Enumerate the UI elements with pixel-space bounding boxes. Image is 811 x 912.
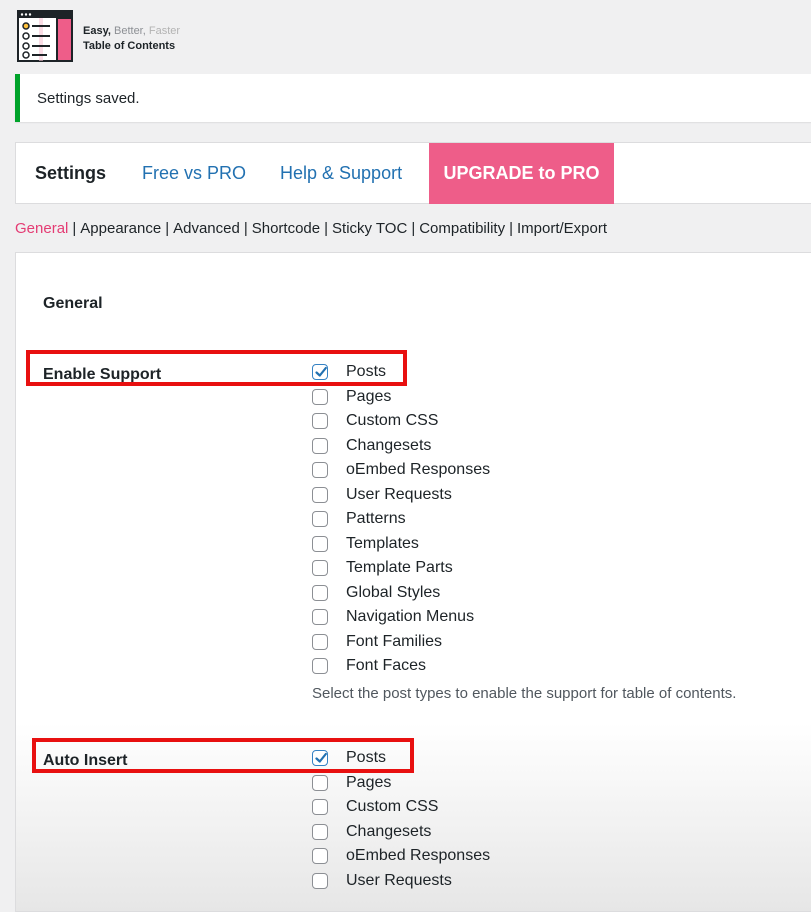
auto-insert-checkbox-oembed-responses[interactable] bbox=[312, 848, 328, 864]
enable-support-option-label: Template Parts bbox=[346, 559, 453, 576]
enable-support-option-label: Pages bbox=[346, 387, 392, 405]
enable-support-checkbox-user-requests[interactable] bbox=[312, 486, 328, 503]
subnav-compatibility[interactable]: Compatibility bbox=[419, 220, 505, 237]
enable-support-option-label: Global Styles bbox=[346, 583, 441, 601]
enable-support-checkbox-global-styles[interactable] bbox=[312, 584, 328, 601]
enable-support-checkbox-pages[interactable] bbox=[312, 388, 328, 405]
section-title-general: General bbox=[43, 295, 103, 312]
brand-name: Table of Contents bbox=[83, 40, 176, 52]
auto-insert-checkbox-pages[interactable] bbox=[312, 774, 328, 791]
enable-support-checkbox-navigation-menus[interactable] bbox=[312, 609, 328, 625]
enable-support-option-label: Patterns bbox=[346, 510, 406, 527]
enable-support-option-label: Font Faces bbox=[346, 657, 427, 674]
brand-easy: Easy, bbox=[83, 25, 111, 37]
subnav-advanced[interactable]: Advanced bbox=[173, 220, 240, 237]
tab-upgrade-to-pro[interactable]: UPGRADE to PRO bbox=[429, 143, 614, 204]
enable-support-description: Select the post types to enable the supp… bbox=[312, 685, 737, 702]
subnav-appearance[interactable]: Appearance bbox=[80, 220, 161, 237]
enable-support-option-label: Changesets bbox=[346, 436, 432, 454]
enable-support-option-label: Posts bbox=[346, 363, 387, 380]
subnav-shortcode[interactable]: Shortcode bbox=[252, 220, 320, 237]
tab-settings[interactable]: Settings bbox=[35, 143, 106, 203]
subnav-import-export[interactable]: Import/Export bbox=[517, 220, 607, 237]
enable-support-checkbox-templates[interactable] bbox=[312, 535, 328, 552]
auto-insert-option-label: User Requests bbox=[346, 871, 452, 889]
enable-support-checkbox-posts[interactable] bbox=[312, 364, 328, 380]
enable-support-checkbox-changesets[interactable] bbox=[312, 437, 328, 454]
plugin-logo-icon bbox=[17, 10, 73, 62]
subnav-sticky-toc[interactable]: Sticky TOC bbox=[332, 220, 407, 237]
auto-insert-option-label: oEmbed Responses bbox=[346, 847, 491, 864]
auto-insert-checkbox-custom-css[interactable] bbox=[312, 799, 328, 815]
enable-support-option-label: Templates bbox=[346, 534, 419, 552]
enable-support-checkbox-font-families[interactable] bbox=[312, 633, 328, 650]
auto-insert-checkbox-changesets[interactable] bbox=[312, 823, 328, 840]
auto-insert-option-label: Changesets bbox=[346, 822, 432, 840]
tab-free-vs-pro[interactable]: Free vs PRO bbox=[142, 143, 246, 203]
enable-support-checkbox-patterns[interactable] bbox=[312, 511, 328, 527]
enable-support-option-label: Font Families bbox=[346, 632, 443, 650]
auto-insert-checkbox-user-requests[interactable] bbox=[312, 872, 328, 889]
auto-insert-option-label: Posts bbox=[346, 749, 387, 766]
auto-insert-option-label: Pages bbox=[346, 773, 392, 791]
auto-insert-option-label: Custom CSS bbox=[346, 798, 439, 815]
brand-better: Better, bbox=[114, 25, 146, 37]
enable-support-checkbox-font-faces[interactable] bbox=[312, 658, 328, 674]
enable-support-checkbox-template-parts[interactable] bbox=[312, 560, 328, 576]
enable-support-option-label: Navigation Menus bbox=[346, 608, 475, 625]
settings-saved-notice: Settings saved. bbox=[15, 74, 811, 122]
notice-text: Settings saved. bbox=[37, 90, 140, 107]
enable-support-option-label: User Requests bbox=[346, 485, 452, 503]
settings-tabs: Settings Free vs PRO Help & Support UPGR… bbox=[15, 142, 811, 204]
brand-text: Easy, Better, Faster Table of Contents bbox=[83, 24, 180, 54]
enable-support-checkbox-custom-css[interactable] bbox=[312, 413, 328, 429]
settings-subnav: General | Appearance | Advanced | Shortcode | St… bbox=[15, 220, 608, 237]
enable-support-option-label: Custom CSS bbox=[346, 412, 439, 429]
checkmark-icon bbox=[315, 366, 327, 377]
brand-faster: Faster bbox=[148, 25, 181, 37]
checkmark-icon bbox=[315, 752, 327, 763]
auto-insert-checkbox-posts[interactable] bbox=[312, 750, 328, 766]
tab-help-support[interactable]: Help & Support bbox=[280, 143, 402, 203]
enable-support-option-label: oEmbed Responses bbox=[346, 461, 491, 478]
enable-support-checkbox-oembed-responses[interactable] bbox=[312, 462, 328, 478]
subnav-general[interactable]: General bbox=[15, 220, 68, 237]
